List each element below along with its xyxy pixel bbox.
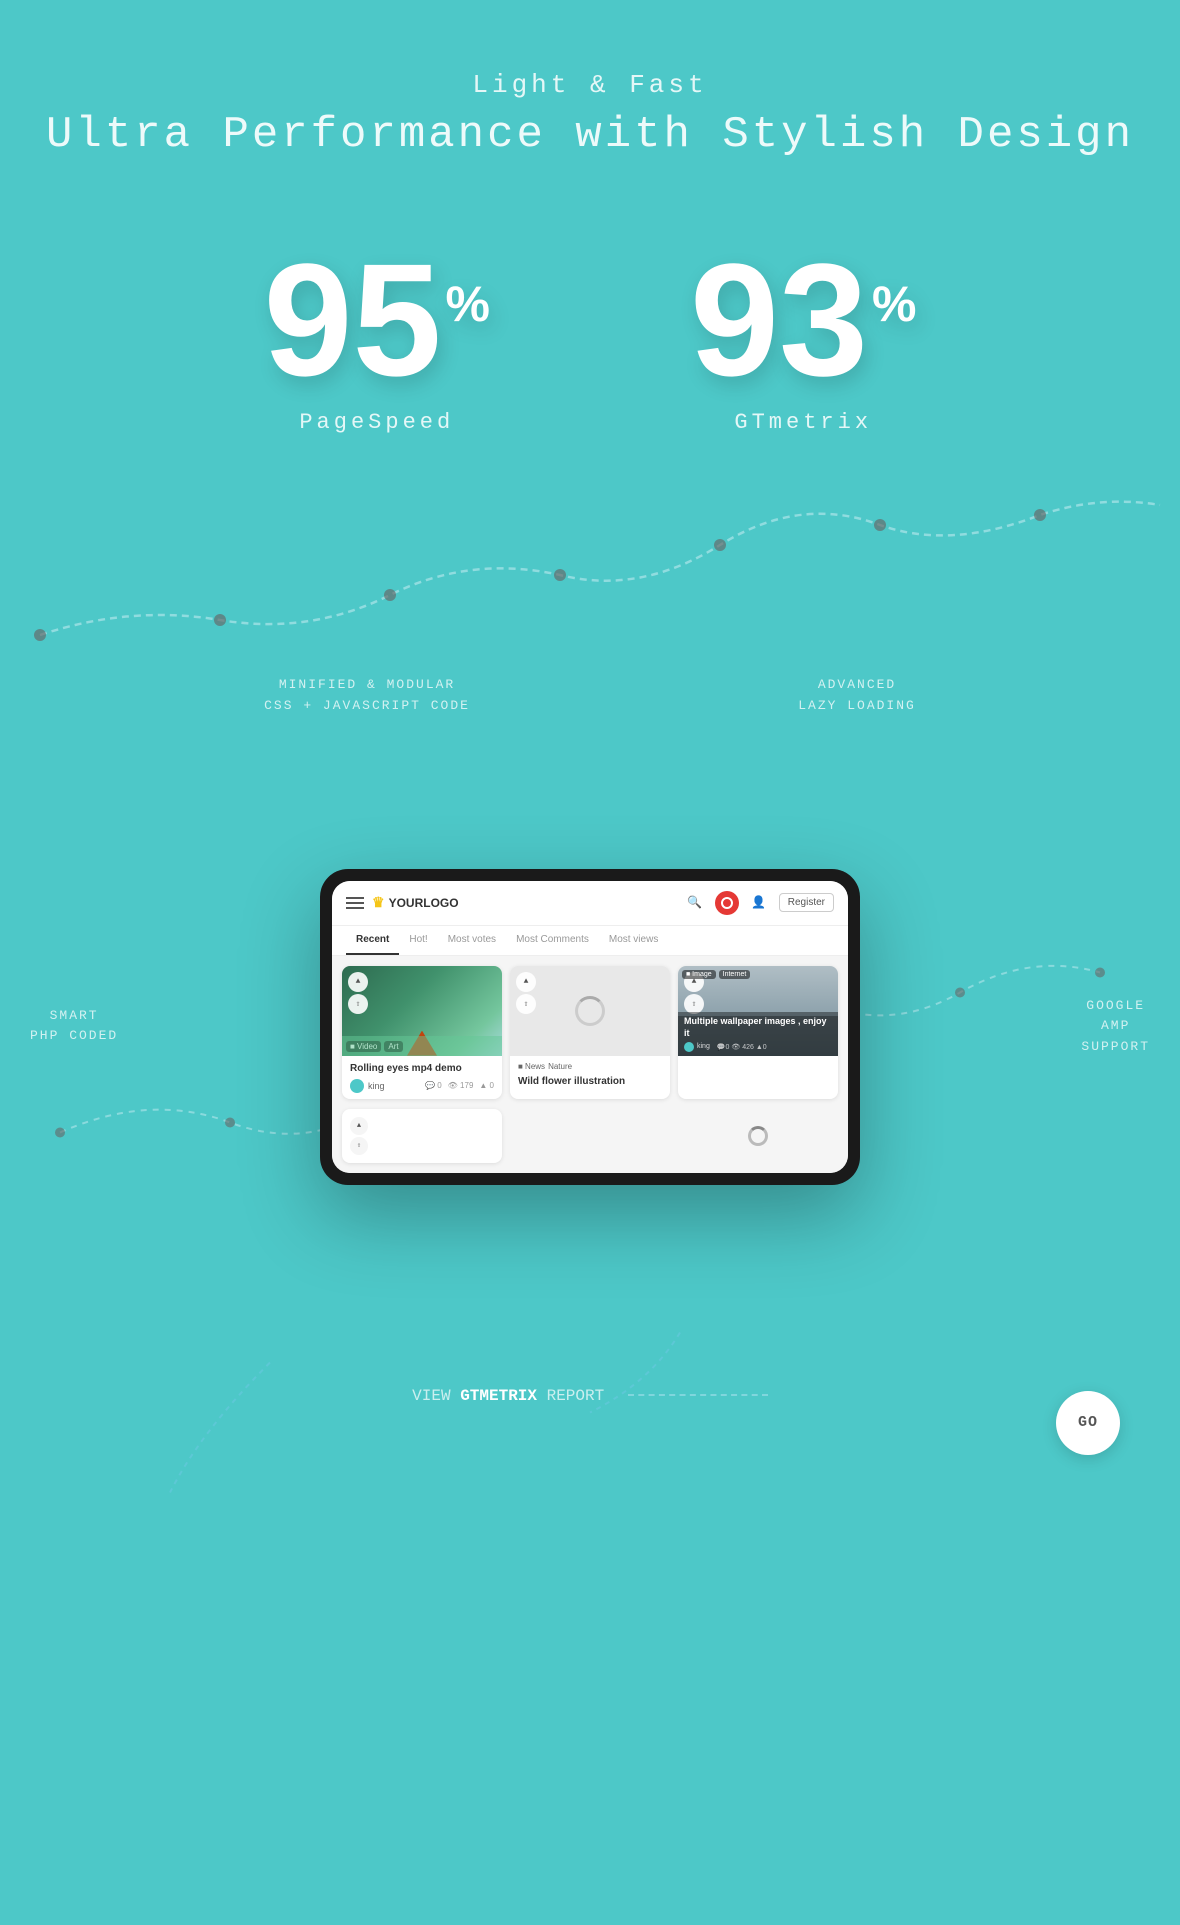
tab-recent[interactable]: Recent bbox=[346, 926, 399, 955]
tab-most-views[interactable]: Most views bbox=[599, 926, 668, 955]
card-1-votes: ▲ 0 bbox=[479, 1081, 494, 1090]
dashed-line bbox=[628, 1394, 768, 1396]
tag-image: ■ Image bbox=[682, 970, 716, 979]
card-3-tags: ■ Image Internet bbox=[682, 970, 750, 979]
user-icon[interactable]: 👤 bbox=[747, 891, 771, 915]
card-1-comments: 💬 0 bbox=[425, 1081, 442, 1090]
wallpaper-author: king bbox=[697, 1043, 710, 1050]
navbar-right: 🔍 👤 Register bbox=[683, 891, 834, 915]
card-1-body: Rolling eyes mp4 demo king 💬 0 👁 179 ▲ 0 bbox=[342, 1056, 502, 1099]
card-1-stats: 💬 0 👁 179 ▲ 0 bbox=[425, 1081, 494, 1090]
app-navbar: ♛ YOURLOGO 🔍 👤 Register bbox=[332, 881, 848, 926]
report-label: REPORT bbox=[537, 1387, 604, 1405]
gtmetrix-bold-label: GTMETRIX bbox=[460, 1387, 537, 1405]
app-second-row: ▲ ⇧ bbox=[332, 1109, 848, 1173]
wallpaper-avatar bbox=[684, 1042, 694, 1052]
pagespeed-label: PageSpeed bbox=[299, 410, 454, 435]
pagespeed-metric: 95% PageSpeed bbox=[264, 240, 490, 435]
pagespeed-value: 95% bbox=[264, 240, 490, 400]
hamburger-icon[interactable] bbox=[346, 897, 364, 909]
feature-labels: MINIFIED & MODULARCSS + JAVASCRIPT CODE … bbox=[0, 675, 1180, 717]
tab-hot[interactable]: Hot! bbox=[399, 926, 437, 955]
gtmetrix-report-text: VIEW GTMETRIX REPORT bbox=[412, 1387, 768, 1405]
app-logo-text: YOURLOGO bbox=[389, 896, 459, 910]
tag-internet: Internet bbox=[719, 970, 751, 979]
tag-art: Art bbox=[384, 1041, 402, 1052]
header-section: Light & Fast Ultra Performance with Styl… bbox=[46, 0, 1134, 180]
card-1-meta: king 💬 0 👁 179 ▲ 0 bbox=[350, 1079, 494, 1093]
app-tabs: Recent Hot! Most votes Most Comments Mos… bbox=[332, 926, 848, 956]
card-1-views: 👁 179 bbox=[448, 1081, 474, 1090]
card-2-share[interactable]: ⇧ bbox=[516, 994, 536, 1014]
card-1: ▲ ⇧ ■ Video Art Rolling eyes mp4 demo bbox=[342, 966, 502, 1099]
mockup-section: SMARTPHP CODED GOOGLEAMPSUPPORT ♛ YOURLO… bbox=[0, 727, 1180, 1327]
metrics-section: 95% PageSpeed 93% GTmetrix bbox=[0, 240, 1180, 435]
mini-card-1: ▲ ⇧ bbox=[342, 1109, 502, 1163]
card-2: ▲ ⇧ ■ News Nature Wild flower il bbox=[510, 966, 670, 1099]
wallpaper-meta: king 💬0 👁 426 ▲0 bbox=[684, 1042, 832, 1052]
card-1-image: ▲ ⇧ ■ Video Art bbox=[342, 966, 502, 1056]
card-3-share[interactable]: ⇧ bbox=[684, 994, 704, 1014]
mini-vote-up[interactable]: ▲ bbox=[350, 1117, 368, 1135]
vote-up-icon[interactable]: ▲ bbox=[348, 972, 368, 992]
main-title: Ultra Performance with Stylish Design bbox=[46, 110, 1134, 160]
card-1-title: Rolling eyes mp4 demo bbox=[350, 1062, 494, 1075]
notification-icon[interactable] bbox=[715, 891, 739, 915]
gtmetrix-metric: 93% GTmetrix bbox=[690, 240, 916, 435]
card-1-vote[interactable]: ▲ ⇧ bbox=[348, 972, 368, 1014]
navbar-left: ♛ YOURLOGO bbox=[346, 894, 459, 911]
crown-icon: ♛ bbox=[372, 894, 385, 911]
tablet-mockup: ♛ YOURLOGO 🔍 👤 Register R bbox=[320, 869, 860, 1185]
main-container: Light & Fast Ultra Performance with Styl… bbox=[0, 0, 1180, 1925]
subtitle: Light & Fast bbox=[46, 70, 1134, 100]
tablet-screen: ♛ YOURLOGO 🔍 👤 Register R bbox=[332, 881, 848, 1173]
gtmetrix-value: 93% bbox=[690, 240, 916, 400]
mini-share[interactable]: ⇧ bbox=[350, 1137, 368, 1155]
tag-nature: Nature bbox=[548, 1062, 572, 1071]
minified-label: MINIFIED & MODULARCSS + JAVASCRIPT CODE bbox=[264, 675, 470, 717]
card-1-avatar bbox=[350, 1079, 364, 1093]
mini-spinner bbox=[748, 1126, 768, 1146]
register-button[interactable]: Register bbox=[779, 893, 834, 912]
smart-php-label: SMARTPHP CODED bbox=[30, 1006, 118, 1048]
card-3-image: ▲ ⇧ ■ Image Internet Multiple wallpaper … bbox=[678, 966, 838, 1056]
app-logo: ♛ YOURLOGO bbox=[372, 894, 459, 911]
card-2-vote[interactable]: ▲ ⇧ bbox=[516, 972, 536, 1014]
performance-chart bbox=[0, 455, 1180, 675]
card-1-author: king bbox=[368, 1081, 385, 1091]
tab-most-votes[interactable]: Most votes bbox=[438, 926, 506, 955]
wallpaper-stats: 💬0 👁 426 ▲0 bbox=[717, 1043, 767, 1051]
loading-spinner bbox=[575, 996, 605, 1026]
search-icon[interactable]: 🔍 bbox=[683, 891, 707, 915]
gtmetrix-label: GTmetrix bbox=[734, 410, 872, 435]
wallpaper-title: Multiple wallpaper images , enjoy it bbox=[684, 1016, 832, 1039]
card-3: ▲ ⇧ ■ Image Internet Multiple wallpaper … bbox=[678, 966, 838, 1099]
bottom-section: VIEW GTMETRIX REPORT GO bbox=[0, 1387, 1180, 1485]
card-2-body: ■ News Nature Wild flower illustration bbox=[510, 1056, 670, 1094]
tab-most-comments[interactable]: Most Comments bbox=[506, 926, 599, 955]
view-label: VIEW bbox=[412, 1387, 460, 1405]
mini-vote-1: ▲ ⇧ bbox=[350, 1117, 368, 1155]
wallpaper-overlay: Multiple wallpaper images , enjoy it kin… bbox=[678, 1012, 838, 1055]
tag-news: ■ News bbox=[518, 1062, 545, 1071]
card-2-tags: ■ News Nature bbox=[518, 1062, 662, 1071]
card-2-image: ▲ ⇧ bbox=[510, 966, 670, 1056]
share-icon[interactable]: ⇧ bbox=[348, 994, 368, 1014]
tag-video: ■ Video bbox=[346, 1041, 381, 1052]
card-1-tags: ■ Video Art bbox=[346, 1041, 403, 1052]
lazy-loading-label: ADVANCEDLAZY LOADING bbox=[798, 675, 916, 717]
card-2-title: Wild flower illustration bbox=[518, 1075, 662, 1088]
card-2-vote-up[interactable]: ▲ bbox=[516, 972, 536, 992]
google-amp-label: GOOGLEAMPSUPPORT bbox=[1081, 995, 1150, 1057]
app-content-grid: ▲ ⇧ ■ Video Art Rolling eyes mp4 demo bbox=[332, 956, 848, 1109]
go-button[interactable]: GO bbox=[1056, 1391, 1120, 1455]
